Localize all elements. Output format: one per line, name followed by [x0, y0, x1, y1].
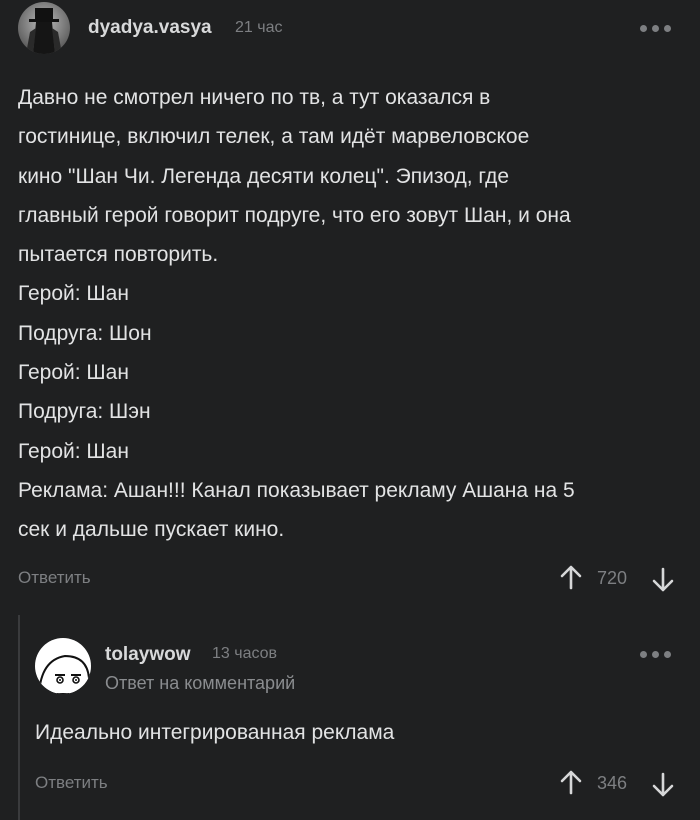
avatar-image: [35, 638, 91, 694]
reply-to-label[interactable]: Ответ на комментарий: [105, 673, 295, 694]
username[interactable]: tolaywow: [105, 644, 191, 666]
comment-line: Герой: Шан: [18, 439, 129, 463]
timestamp: 21 час: [235, 19, 283, 36]
avatar[interactable]: [35, 638, 91, 694]
reply-button[interactable]: Ответить: [35, 773, 108, 793]
comment-line: пытается повторить.: [18, 243, 219, 267]
upvote-icon[interactable]: [559, 769, 583, 795]
comment-line: кино "Шан Чи. Легенда десяти колец". Эпи…: [18, 164, 510, 188]
comment-line: Герой: Шан: [18, 361, 129, 385]
avatar[interactable]: [18, 2, 70, 54]
downvote-icon[interactable]: [651, 567, 675, 593]
username[interactable]: dyadya.vasya: [88, 17, 212, 39]
downvote-icon[interactable]: [651, 772, 675, 798]
avatar-image: [18, 2, 70, 54]
upvote-icon[interactable]: [559, 564, 583, 590]
comment-body: Давно не смотрел ничего по тв, а тут ока…: [18, 78, 688, 550]
timestamp: 13 часов: [212, 645, 278, 662]
more-dots-icon[interactable]: [640, 651, 671, 658]
comment-line: Подруга: Шэн: [18, 400, 151, 424]
comment-line: Подруга: Шон: [18, 321, 152, 345]
rating-count: 720: [597, 568, 628, 588]
comment-line: Давно не смотрел ничего по тв, а тут ока…: [18, 86, 491, 109]
rating-count: 346: [597, 773, 628, 793]
comment-line: сек и дальше пускает кино.: [18, 518, 285, 542]
comment-line: Герой: Шан: [18, 282, 129, 306]
thread-line: [18, 615, 20, 820]
comment-body: Идеально интегрированная реклама: [35, 721, 395, 744]
comment-line: гостинице, включил телек, а там идёт мар…: [18, 125, 530, 149]
comment-line: Реклама: Ашан!!! Канал показывает реклам…: [18, 478, 575, 502]
comment-line: главный герой говорит подруге, что его з…: [18, 203, 571, 227]
reply-button[interactable]: Ответить: [18, 568, 91, 588]
more-dots-icon[interactable]: [640, 25, 671, 32]
